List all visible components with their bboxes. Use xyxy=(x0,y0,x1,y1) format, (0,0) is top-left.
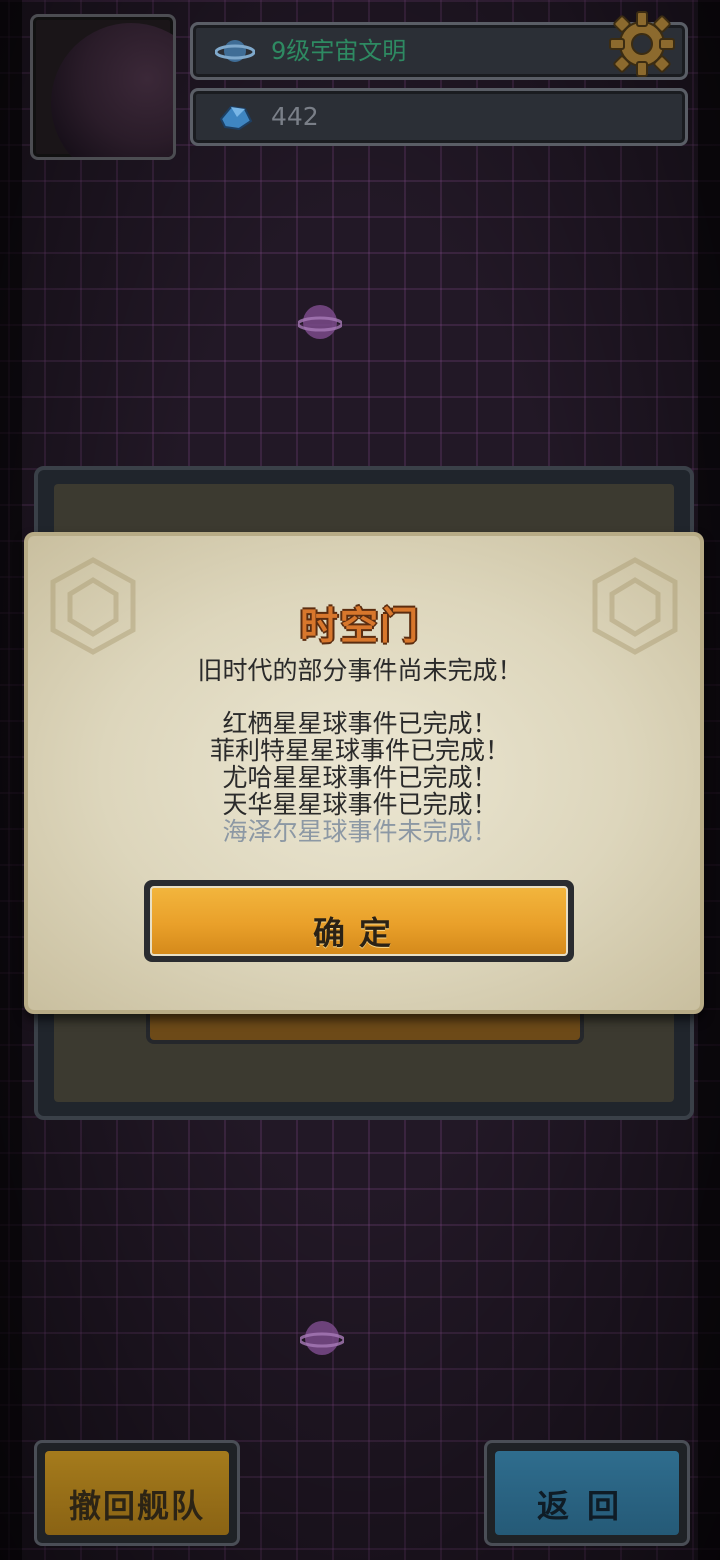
event-line-pending: 海泽尔星球事件未完成！ xyxy=(222,817,498,846)
recall-fleet-label: 撤回舰队 xyxy=(68,1487,205,1525)
recall-fleet-button[interactable]: 撤回舰队 xyxy=(34,1440,240,1546)
event-line-done: 菲利特星星球事件已完成！ xyxy=(209,736,510,765)
return-label: 返回 xyxy=(536,1487,637,1525)
civilization-level-text: 9级宇宙文明 xyxy=(271,37,407,65)
dialog-subtitle: 旧时代的部分事件尚未完成！ xyxy=(197,656,523,685)
gems-count: 442 xyxy=(271,102,319,131)
dialog-title: 时空门 xyxy=(299,604,420,648)
event-line-done: 红栖星星球事件已完成！ xyxy=(222,709,498,738)
event-line-done: 尤哈星星球事件已完成！ xyxy=(222,763,498,792)
return-button[interactable]: 返回 xyxy=(484,1440,690,1546)
planet-avatar[interactable] xyxy=(30,14,176,160)
planet-avatar-image xyxy=(51,23,173,157)
planet-ring-icon xyxy=(215,40,255,62)
event-line-done: 天华星星球事件已完成！ xyxy=(222,790,498,819)
confirm-button-face: 确定 xyxy=(150,886,568,956)
gems-bar: 442 xyxy=(190,88,688,146)
confirm-button[interactable]: 确定 xyxy=(144,880,574,962)
map-planet-icon[interactable] xyxy=(300,1316,344,1360)
return-button-face: 返回 xyxy=(495,1451,679,1535)
recall-fleet-button-face: 撤回舰队 xyxy=(45,1451,229,1535)
gear-icon[interactable] xyxy=(606,8,678,80)
map-planet-icon[interactable] xyxy=(298,300,342,344)
confirm-button-label: 确定 xyxy=(312,914,405,952)
blue-crystal-icon xyxy=(219,105,253,131)
